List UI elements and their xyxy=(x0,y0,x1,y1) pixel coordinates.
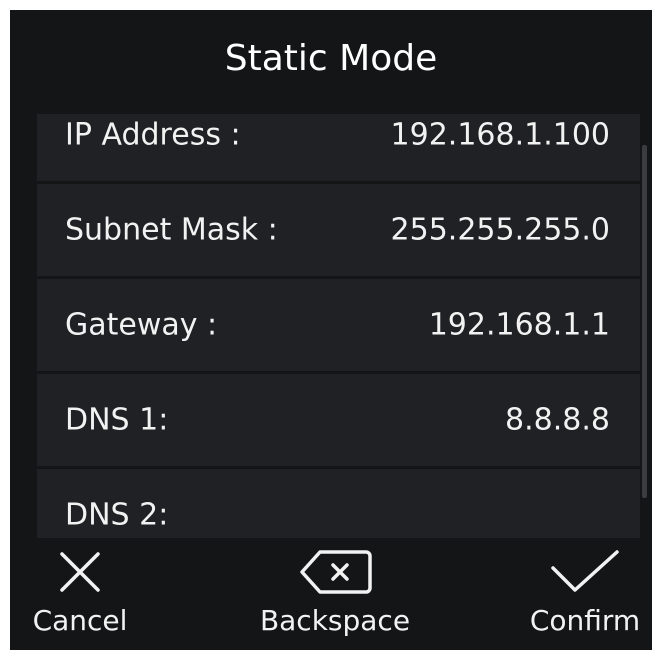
field-dns-2[interactable]: DNS 2: xyxy=(37,469,640,538)
field-gateway[interactable]: Gateway : 192.168.1.1 xyxy=(37,279,640,374)
field-value[interactable]: 255.255.255.0 xyxy=(391,213,610,248)
field-subnet-mask[interactable]: Subnet Mask : 255.255.255.0 xyxy=(37,184,640,279)
close-icon xyxy=(56,542,104,602)
field-label: IP Address : xyxy=(65,117,241,153)
cancel-label: Cancel xyxy=(32,604,128,637)
field-label: DNS 1: xyxy=(65,402,169,438)
field-value[interactable]: 192.168.1.100 xyxy=(391,118,610,153)
field-value[interactable]: 192.168.1.1 xyxy=(429,308,610,343)
field-label: Subnet Mask : xyxy=(65,212,278,248)
check-icon xyxy=(549,542,621,602)
confirm-label: Confirm xyxy=(529,604,641,637)
scrollbar[interactable] xyxy=(642,145,647,498)
backspace-label: Backspace xyxy=(259,604,411,637)
network-settings-list[interactable]: IP Address : 192.168.1.100 Subnet Mask :… xyxy=(37,114,640,538)
static-mode-screen: Static Mode IP Address : 192.168.1.100 S… xyxy=(10,10,652,650)
field-label: DNS 2: xyxy=(65,497,169,533)
backspace-button[interactable]: Backspace xyxy=(245,542,425,650)
field-label: Gateway : xyxy=(65,307,218,343)
page-title: Static Mode xyxy=(224,38,438,79)
field-dns-1[interactable]: DNS 1: 8.8.8.8 xyxy=(37,374,640,469)
confirm-button[interactable]: Confirm xyxy=(515,542,652,650)
backspace-icon xyxy=(296,542,374,602)
field-value[interactable]: 8.8.8.8 xyxy=(505,403,610,438)
field-ip-address[interactable]: IP Address : 192.168.1.100 xyxy=(37,114,640,184)
cancel-button[interactable]: Cancel xyxy=(25,542,135,650)
